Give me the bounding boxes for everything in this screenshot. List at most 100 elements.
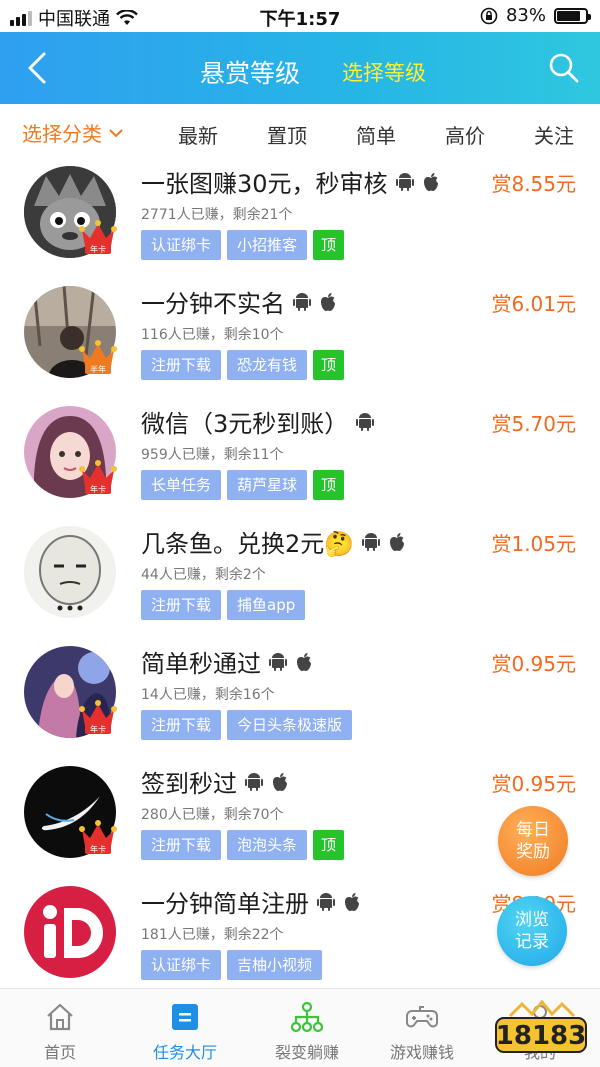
- reward-amount: 赏5.70元: [491, 412, 576, 436]
- tab-high-price[interactable]: 高价: [445, 120, 485, 149]
- category-dropdown[interactable]: 选择分类: [22, 118, 124, 147]
- browse-history-line2: 记录: [515, 932, 549, 952]
- tag-type: 注册下载: [141, 350, 222, 380]
- task-item[interactable]: 年卡 一张图赚30元，秒审核 赏8.55元 2771人已赚，剩余21个 认证绑卡…: [0, 160, 600, 280]
- crown-badge-icon: 半年: [79, 340, 117, 374]
- task-title: 一分钟简单注册: [141, 890, 309, 918]
- tag-type: 长单任务: [141, 470, 222, 500]
- crown-badge-icon: 年卡: [79, 820, 117, 854]
- android-icon: [362, 532, 381, 551]
- task-stats: 2771人已赚，剩余21个: [141, 207, 293, 223]
- tab-label: 游戏赚钱: [389, 1043, 454, 1062]
- badge-label: 年卡: [90, 724, 106, 734]
- tab-home[interactable]: 首页: [20, 989, 100, 1067]
- tab-label: 裂变躺赚: [274, 1043, 339, 1062]
- android-icon: [356, 412, 375, 431]
- apple-icon: [273, 772, 287, 791]
- tab-task-hall[interactable]: 任务大厅: [140, 989, 230, 1067]
- tag-type: 注册下载: [141, 830, 222, 860]
- pinned-badge: 顶: [313, 350, 345, 380]
- tag-type: 注册下载: [141, 590, 222, 620]
- task-item[interactable]: 半年 一分钟不实名 赏6.01元 116人已赚，剩余10个 注册下载 恐龙有钱 …: [0, 280, 600, 400]
- apple-icon: [423, 172, 438, 191]
- tab-latest[interactable]: 最新: [178, 120, 218, 149]
- daily-reward-line2: 奖励: [516, 842, 550, 862]
- task-stats: 181人已赚，剩余22个: [141, 927, 284, 943]
- android-icon: [293, 292, 311, 311]
- crown-badge-icon: 年卡: [79, 700, 117, 734]
- pinned-badge: 顶: [313, 230, 345, 260]
- task-title: 一张图赚30元，秒审核: [141, 170, 388, 198]
- chevron-down-icon: [109, 128, 123, 137]
- tab-simple[interactable]: 简单: [356, 120, 396, 149]
- browse-history-line1: 浏览: [515, 910, 549, 930]
- tag-app: 泡泡头条: [227, 830, 308, 860]
- android-icon: [245, 772, 263, 791]
- task-hall-icon: [172, 1004, 198, 1030]
- search-icon[interactable]: [546, 50, 582, 86]
- android-icon: [317, 892, 335, 911]
- tag-app: 吉柚小视频: [227, 950, 323, 980]
- apple-icon: [297, 652, 311, 671]
- task-list: 年卡 一张图赚30元，秒审核 赏8.55元 2771人已赚，剩余21个 认证绑卡…: [0, 160, 600, 1000]
- category-label: 选择分类: [22, 122, 102, 146]
- apple-icon: [345, 892, 359, 911]
- reward-amount: 赏6.01元: [491, 292, 576, 316]
- task-title: 一分钟不实名: [141, 290, 285, 318]
- watermark-logo: 18183: [495, 999, 587, 1053]
- tab-fission[interactable]: 裂变躺赚: [262, 989, 352, 1067]
- task-title: 微信（3元秒到账）: [141, 410, 349, 438]
- apple-icon: [390, 532, 405, 551]
- task-stats: 14人已赚，剩余16个: [141, 687, 275, 703]
- reward-amount: 赏0.95元: [491, 652, 576, 676]
- tag-type: 认证绑卡: [141, 950, 222, 980]
- status-bar: 中国联通 下午1:57 83%: [0, 0, 600, 32]
- nav-bar: 悬赏等级 选择等级: [0, 32, 600, 104]
- apple-icon: [321, 292, 335, 311]
- filter-bar: 选择分类 最新 置顶 简单 高价 关注: [0, 104, 600, 160]
- tab-label: 任务大厅: [152, 1043, 217, 1062]
- tab-pinned[interactable]: 置顶: [267, 120, 307, 149]
- tag-app: 恐龙有钱: [227, 350, 308, 380]
- tab-following[interactable]: 关注: [534, 120, 574, 149]
- task-item[interactable]: 年卡 简单秒通过 赏0.95元 14人已赚，剩余16个 注册下载 今日头条极速版: [0, 640, 600, 760]
- tab-label: 首页: [43, 1043, 76, 1062]
- watermark-text: 18183: [496, 1021, 586, 1051]
- select-level-button[interactable]: 选择等级: [342, 57, 426, 87]
- tag-app: 葫芦星球: [227, 470, 308, 500]
- task-stats: 959人已赚，剩余11个: [141, 447, 284, 463]
- daily-reward-button[interactable]: 每日 奖励: [498, 806, 568, 876]
- reward-amount: 赏0.95元: [491, 772, 576, 796]
- task-item[interactable]: 几条鱼。兑换2元🤔 赏1.05元 44人已赚，剩余2个 注册下载 捕鱼app: [0, 520, 600, 640]
- tag-app: 小招推客: [227, 230, 308, 260]
- android-icon: [395, 172, 414, 191]
- crown-badge-icon: 年卡: [79, 460, 117, 494]
- task-item[interactable]: 年卡 微信（3元秒到账） 赏5.70元 959人已赚，剩余11个 长单任务 葫芦…: [0, 400, 600, 520]
- badge-label: 年卡: [90, 844, 106, 854]
- tag-type: 认证绑卡: [141, 230, 222, 260]
- tab-game-earn[interactable]: 游戏赚钱: [377, 989, 467, 1067]
- page-title: 悬赏等级: [200, 59, 301, 88]
- badge-label: 半年: [90, 364, 106, 374]
- battery-percent: 83%: [505, 5, 546, 26]
- android-icon: [269, 652, 287, 671]
- reward-amount: 赏1.05元: [491, 532, 576, 556]
- task-title: 几条鱼。兑换2元🤔: [141, 530, 355, 558]
- tag-app: 今日头条极速版: [227, 710, 353, 740]
- home-icon: [47, 1003, 73, 1031]
- avatar: [24, 526, 116, 618]
- crown-badge-icon: 年卡: [79, 220, 117, 254]
- tag-type: 注册下载: [141, 710, 222, 740]
- pinned-badge: 顶: [313, 470, 345, 500]
- pinned-badge: 顶: [313, 830, 345, 860]
- tag-app: 捕鱼app: [227, 590, 306, 620]
- avatar: [24, 886, 116, 978]
- badge-label: 年卡: [90, 244, 106, 254]
- battery-icon: [554, 7, 591, 24]
- back-chevron-icon[interactable]: [18, 48, 58, 88]
- network-icon: [291, 1001, 323, 1033]
- task-stats: 280人已赚，剩余70个: [141, 807, 284, 823]
- task-stats: 116人已赚，剩余10个: [141, 327, 284, 343]
- task-title: 简单秒通过: [141, 650, 261, 678]
- browse-history-button[interactable]: 浏览 记录: [497, 896, 567, 966]
